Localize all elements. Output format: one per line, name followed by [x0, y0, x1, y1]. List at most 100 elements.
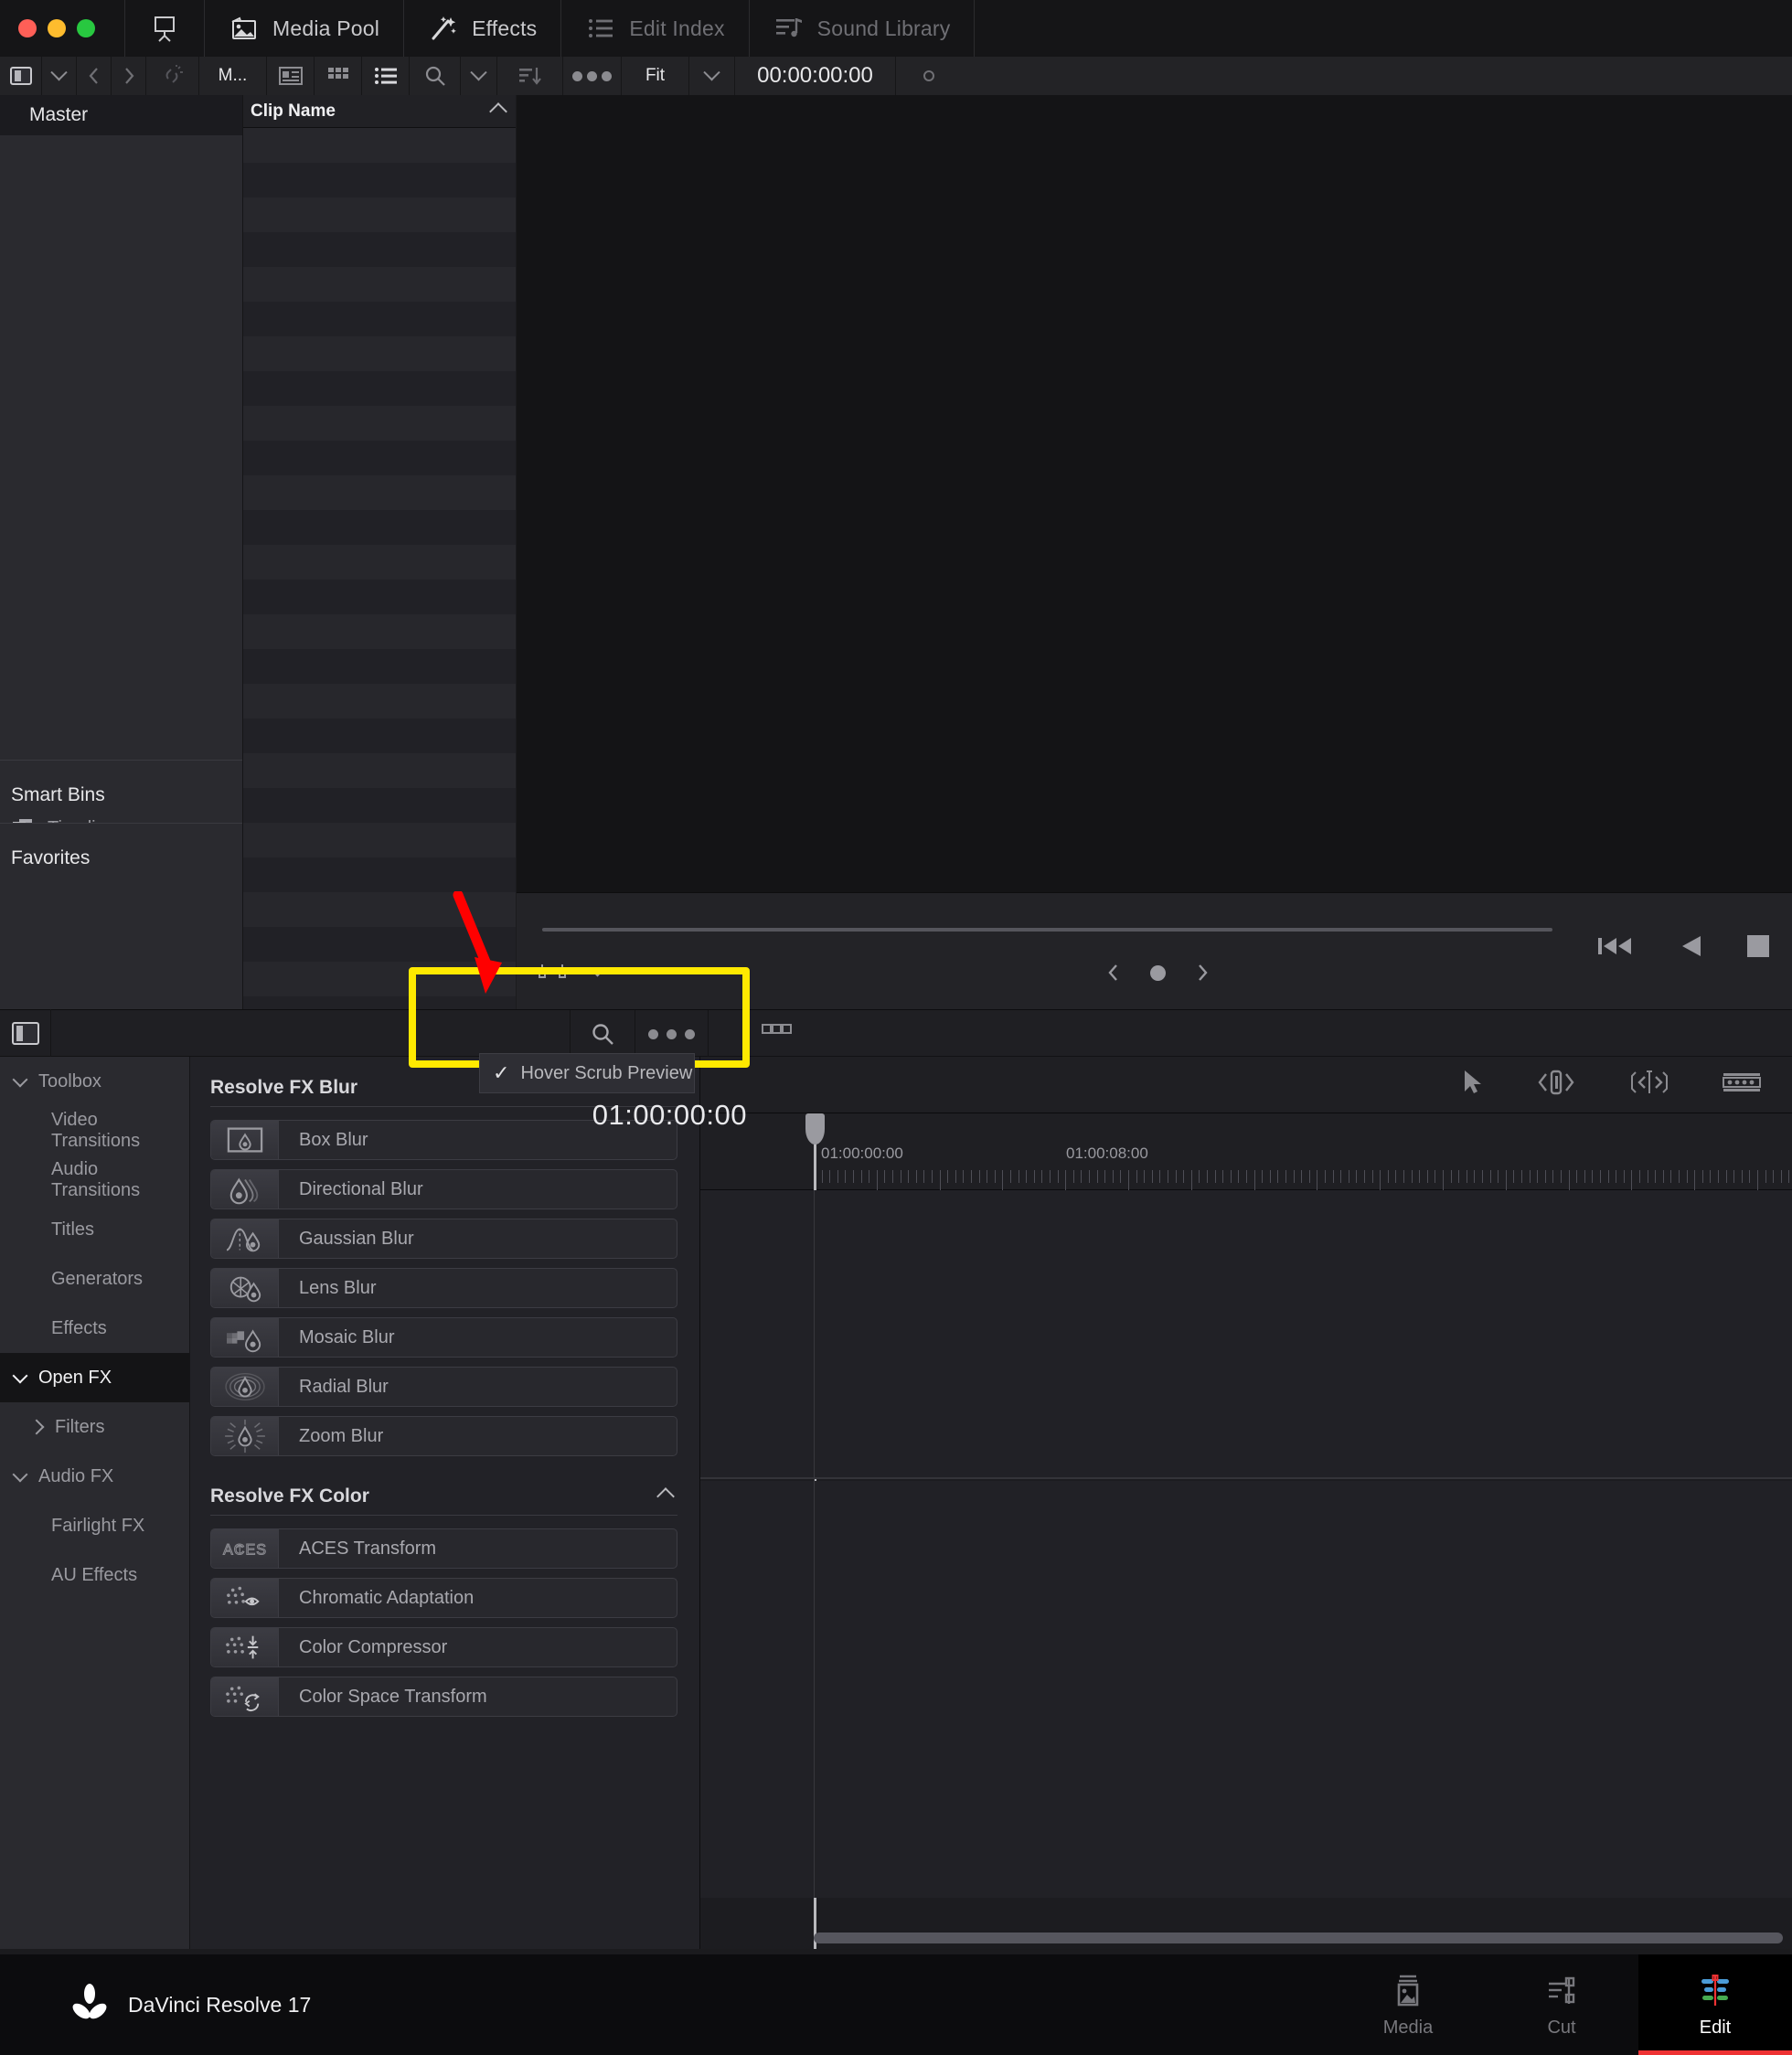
media-pool-row[interactable] — [243, 163, 516, 197]
viewer-zoom-level[interactable]: Fit — [622, 57, 689, 95]
media-pool-tab[interactable]: Media Pool — [205, 0, 403, 57]
media-pool-row[interactable] — [243, 719, 516, 753]
media-pool-row[interactable] — [243, 371, 516, 406]
thumbnail-view-button[interactable] — [315, 57, 362, 95]
effects-tree-item-video-transitions[interactable]: Video Transitions — [0, 1106, 189, 1155]
media-pool-rows[interactable] — [243, 128, 516, 1031]
media-pool-row[interactable] — [243, 788, 516, 823]
effects-panel-toggle-button[interactable] — [0, 1009, 51, 1057]
close-window-button[interactable] — [18, 19, 37, 37]
effect-item-mosaic-blur[interactable]: Mosaic Blur — [210, 1317, 677, 1358]
edit-index-tab[interactable]: Edit Index — [561, 0, 748, 57]
list-view-button[interactable] — [362, 57, 410, 95]
trim-edit-icon[interactable] — [1535, 1069, 1577, 1101]
sound-library-tab[interactable]: Sound Library — [750, 0, 975, 57]
effects-tree-item-generators[interactable]: Generators — [0, 1254, 189, 1304]
effects-tree-item-au-effects[interactable]: AU Effects — [0, 1550, 189, 1600]
media-pool-row[interactable] — [243, 475, 516, 510]
effects-list[interactable]: Resolve FX Blur Box Blur Directional Blur G… — [190, 1057, 699, 1949]
search-dropdown[interactable] — [461, 57, 497, 95]
effect-item-color-space-transform[interactable]: Color Space Transform — [210, 1677, 677, 1717]
media-pool-row[interactable] — [243, 267, 516, 302]
effects-options-button[interactable] — [635, 1010, 709, 1058]
hover-scrub-preview-menu[interactable]: ✓ Hover Scrub Preview — [479, 1053, 695, 1093]
jump-to-start-icon[interactable] — [1596, 933, 1635, 964]
maximize-window-button[interactable] — [77, 19, 95, 37]
media-pool-row[interactable] — [243, 128, 516, 163]
media-pool-row[interactable] — [243, 406, 516, 441]
media-pool-row[interactable] — [243, 892, 516, 927]
media-pool-row[interactable] — [243, 823, 516, 857]
effects-tree-item-open-fx[interactable]: Open FX — [0, 1353, 189, 1402]
media-pool-row[interactable] — [243, 927, 516, 962]
blade-edit-icon[interactable] — [1722, 1070, 1762, 1099]
effects-tree-item-fairlight-fx[interactable]: Fairlight FX — [0, 1501, 189, 1550]
effect-item-color-compressor[interactable]: Color Compressor — [210, 1627, 677, 1667]
media-pool-row[interactable] — [243, 580, 516, 614]
timeline-track-v1[interactable] — [700, 1190, 1792, 1479]
unlink-button[interactable] — [146, 57, 199, 95]
media-pool-row[interactable] — [243, 649, 516, 684]
media-pool-row[interactable] — [243, 857, 516, 892]
effects-tree-item-titles[interactable]: Titles — [0, 1205, 189, 1254]
effects-tree-item-toolbox[interactable]: Toolbox — [0, 1057, 189, 1106]
project-manager-button[interactable] — [125, 0, 204, 57]
effects-search-button[interactable] — [570, 1010, 635, 1058]
chevron-down-icon[interactable] — [12, 1071, 28, 1087]
media-pool-row[interactable] — [243, 684, 516, 719]
stop-icon[interactable] — [1746, 934, 1770, 963]
chevron-right-icon[interactable] — [1195, 963, 1210, 983]
media-pool-row[interactable] — [243, 962, 516, 996]
back-button[interactable] — [77, 57, 112, 95]
media-pool-row[interactable] — [243, 510, 516, 545]
search-button[interactable] — [410, 57, 461, 95]
play-reverse-icon[interactable] — [1679, 933, 1702, 964]
clip-name-column-header[interactable]: Clip Name — [243, 95, 516, 128]
timeline-marker-tool[interactable] — [759, 1023, 797, 1049]
media-pool-row[interactable] — [243, 614, 516, 649]
media-pool-row[interactable] — [243, 441, 516, 475]
timeline-ruler[interactable]: 01:00:00:00 01:00:08:00 — [700, 1113, 1792, 1196]
effect-item-directional-blur[interactable]: Directional Blur — [210, 1169, 677, 1209]
timeline-track-a1[interactable] — [700, 1481, 1792, 1898]
page-button-cut[interactable]: Cut — [1485, 1954, 1638, 2055]
page-button-edit[interactable]: Edit — [1638, 1954, 1792, 2055]
viewer-zoom-dropdown[interactable] — [689, 57, 735, 95]
bin-list[interactable] — [0, 135, 242, 761]
source-timecode-display[interactable]: 00:00:00:00 — [735, 57, 896, 95]
dynamic-trim-icon[interactable] — [1628, 1069, 1670, 1101]
viewer-scrubber[interactable] — [542, 928, 1552, 932]
metadata-view-button[interactable] — [267, 57, 315, 95]
effect-item-gaussian-blur[interactable]: Gaussian Blur — [210, 1219, 677, 1259]
media-pool-row[interactable] — [243, 336, 516, 371]
effects-tree-item-audio-transitions[interactable]: Audio Transitions — [0, 1155, 189, 1205]
media-pool-row[interactable] — [243, 753, 516, 788]
effects-tree-item-effects[interactable]: Effects — [0, 1304, 189, 1353]
chevron-down-icon[interactable] — [589, 960, 606, 977]
effect-item-chromatic-adaptation[interactable]: Chromatic Adaptation — [210, 1578, 677, 1618]
chevron-left-icon[interactable] — [1106, 963, 1121, 983]
effects-tab[interactable]: Effects — [404, 0, 560, 57]
timeline-horizontal-scrollbar[interactable] — [814, 1933, 1783, 1943]
media-pool-row[interactable] — [243, 197, 516, 232]
media-pool-row[interactable] — [243, 302, 516, 336]
bin-item-master[interactable]: Master — [0, 95, 242, 135]
keyframe-dot-icon[interactable] — [1150, 964, 1166, 981]
forward-button[interactable] — [112, 57, 146, 95]
playhead-handle[interactable] — [805, 1113, 825, 1145]
effects-category-tree[interactable]: Toolbox Video Transitions Audio Transition… — [0, 1057, 190, 1949]
media-pool-row[interactable] — [243, 545, 516, 580]
minimize-window-button[interactable] — [48, 19, 66, 37]
effect-item-lens-blur[interactable]: Lens Blur — [210, 1268, 677, 1308]
chevron-down-icon[interactable] — [12, 1368, 28, 1383]
media-pool-options-button[interactable] — [563, 57, 622, 95]
timeline-viewer[interactable] — [517, 95, 1792, 892]
effect-item-aces-transform[interactable]: ACES ACES Transform — [210, 1528, 677, 1569]
effect-item-radial-blur[interactable]: Radial Blur — [210, 1367, 677, 1407]
sort-button[interactable] — [497, 57, 563, 95]
selection-arrow-icon[interactable] — [1462, 1069, 1484, 1101]
effect-item-zoom-blur[interactable]: Zoom Blur — [210, 1416, 677, 1456]
panel-toggle-button[interactable] — [0, 57, 42, 95]
panel-toggle-dropdown[interactable] — [42, 57, 77, 95]
effects-group-header[interactable]: Resolve FX Color — [190, 1465, 699, 1515]
